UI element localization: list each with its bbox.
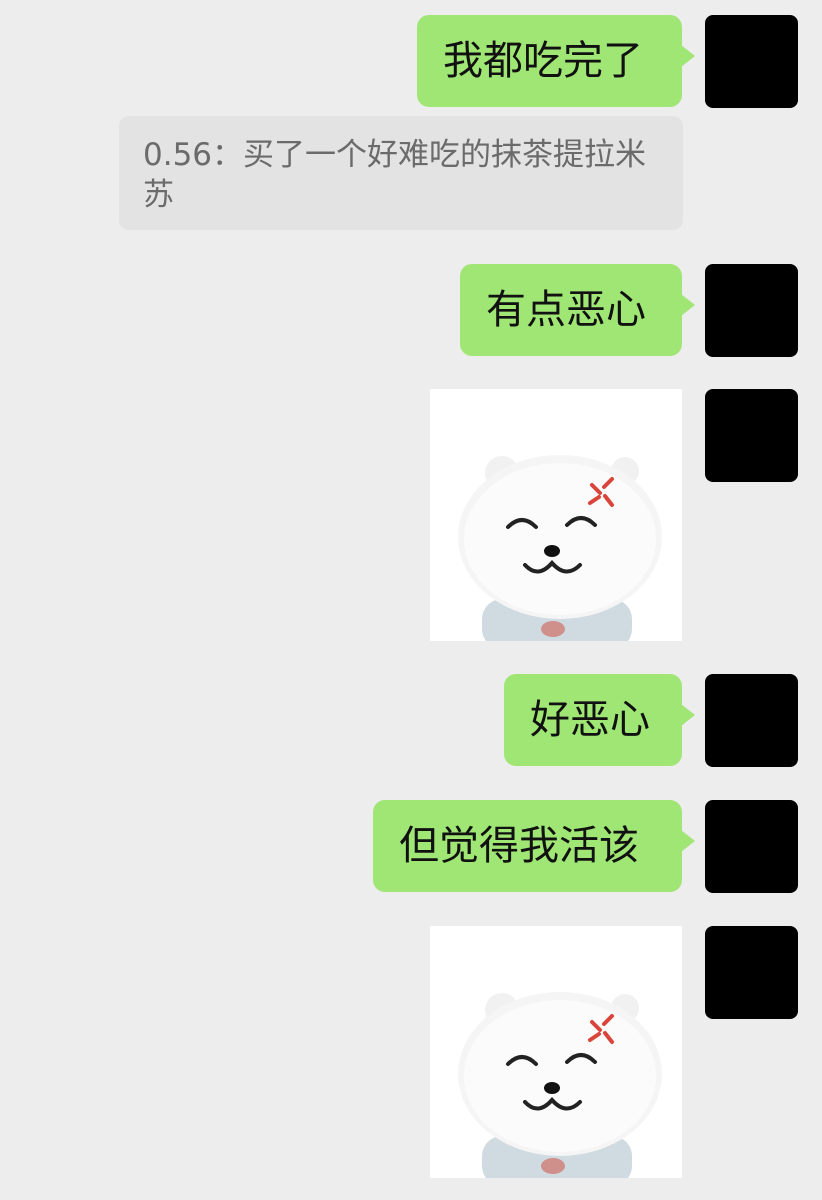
message-text: 有点恶心 (486, 287, 646, 333)
message-text: 但觉得我活该 (399, 823, 639, 869)
message-text: 我都吃完了 (443, 38, 643, 84)
avatar[interactable] (705, 264, 798, 357)
sticker-message[interactable] (430, 389, 682, 641)
message-bubble[interactable]: 有点恶心 (460, 264, 695, 356)
avatar[interactable] (705, 800, 798, 893)
avatar[interactable] (705, 389, 798, 482)
angry-bear-sticker-icon (458, 992, 662, 1178)
sticker-message[interactable] (430, 926, 682, 1178)
quoted-message-text: 0.56：买了一个好难吃的抹茶提拉米苏 (143, 137, 647, 213)
avatar[interactable] (705, 15, 798, 108)
avatar[interactable] (705, 926, 798, 1019)
chat-area: 我都吃完了 0.56：买了一个好难吃的抹茶提拉米苏 有点恶心 好恶心 但觉得我活… (0, 0, 822, 1200)
message-bubble[interactable]: 我都吃完了 (417, 15, 695, 107)
avatar[interactable] (705, 674, 798, 767)
message-bubble[interactable]: 但觉得我活该 (373, 800, 695, 892)
message-bubble[interactable]: 好恶心 (504, 674, 695, 766)
angry-bear-sticker-icon (458, 455, 662, 641)
message-text: 好恶心 (530, 697, 650, 743)
quoted-message[interactable]: 0.56：买了一个好难吃的抹茶提拉米苏 (119, 116, 683, 230)
